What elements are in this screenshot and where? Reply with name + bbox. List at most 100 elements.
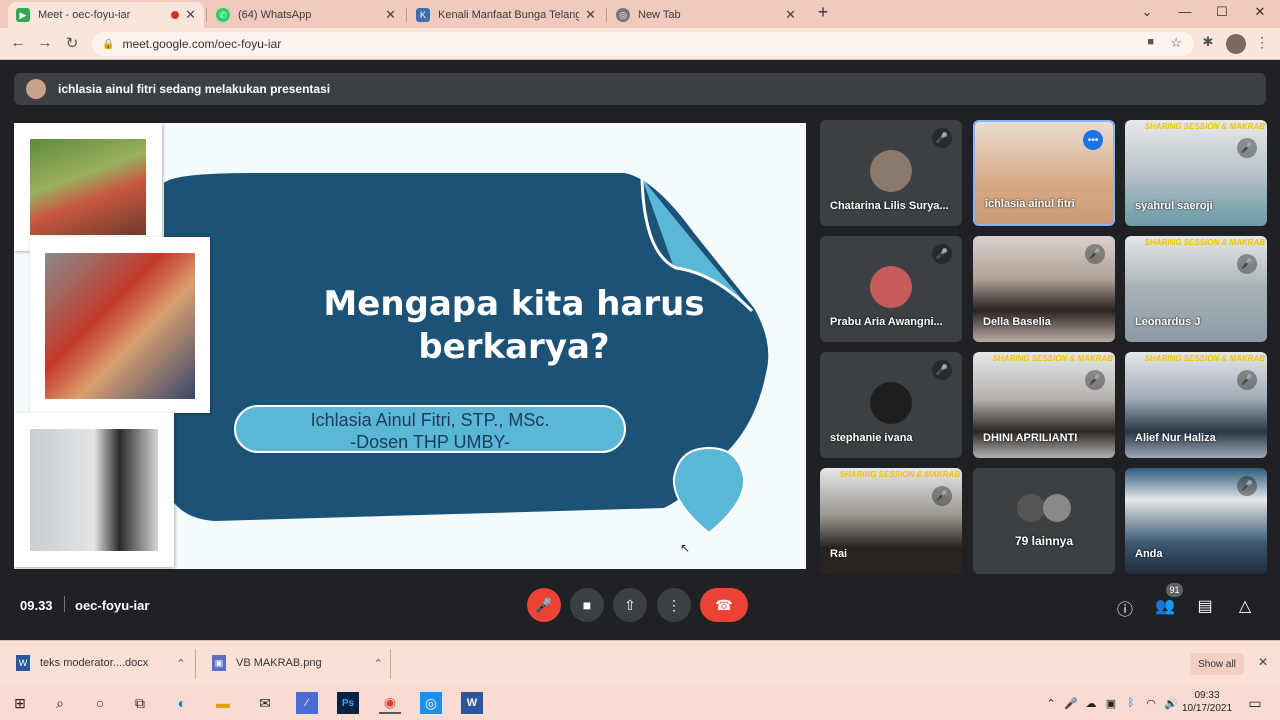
url-text: meet.google.com/oec-foyu-iar: [122, 37, 282, 51]
notifications-icon[interactable]: ▭: [1244, 692, 1266, 714]
more-participants-tile[interactable]: 79 lainnya: [973, 468, 1115, 574]
close-tab-icon[interactable]: ✕: [585, 7, 596, 23]
participant-tile[interactable]: 🎤 Della Baselia: [973, 236, 1115, 342]
tab-title: New Tab: [638, 9, 681, 21]
background-banner: SHARING SESSION & MAKRAB: [1144, 354, 1265, 363]
camera-icon[interactable]: ■: [1147, 36, 1154, 48]
tab-bunga-telang[interactable]: K Kenali Manfaat Bunga Telang Ber ✕: [408, 2, 604, 28]
address-bar[interactable]: 🔒 meet.google.com/oec-foyu-iar ■ ☆: [92, 32, 1194, 56]
mic-off-icon: 🎤: [1237, 138, 1257, 158]
close-window-icon[interactable]: ✕: [1245, 4, 1275, 20]
meet-window: ichlasia ainul fitri sedang melakukan pr…: [0, 60, 1280, 640]
meeting-info-icon[interactable]: ⓘ: [1113, 596, 1137, 620]
people-icon[interactable]: 👥: [1153, 596, 1177, 616]
tab-meet[interactable]: ▶ Meet - oec-foyu-iar ✕: [8, 2, 204, 28]
app-tray-icon[interactable]: ▣: [1100, 692, 1122, 714]
edge-icon[interactable]: ◐: [171, 692, 193, 714]
slide-photo: [30, 237, 210, 413]
profile-avatar[interactable]: [1226, 34, 1246, 54]
system-clock[interactable]: 09:33 10/17/2021: [1182, 689, 1232, 715]
phone-hangup-icon: ☎: [715, 596, 733, 613]
camera-toggle-button[interactable]: ■: [570, 588, 604, 622]
participant-tile[interactable]: 🎤 stephanie ivana: [820, 352, 962, 458]
divider: [64, 596, 65, 612]
forward-icon[interactable]: →: [35, 34, 55, 51]
volume-icon[interactable]: 🔊: [1160, 692, 1182, 714]
participant-tile[interactable]: SHARING SESSION & MAKRAB 🎤 Alief Nur Hal…: [1125, 352, 1267, 458]
chat-icon[interactable]: ▤: [1193, 596, 1217, 616]
star-icon[interactable]: ☆: [1170, 35, 1182, 51]
participant-name: Anda: [1135, 548, 1163, 560]
search-icon[interactable]: ⌕: [49, 692, 71, 714]
wifi-icon[interactable]: ◠: [1140, 692, 1162, 714]
browser-toolbar: ← → ↻ 🔒 meet.google.com/oec-foyu-iar ■ ☆…: [0, 28, 1280, 60]
menu-icon[interactable]: ⋮: [1252, 34, 1272, 51]
whatsapp-icon: ✆: [216, 8, 230, 22]
participant-tile[interactable]: SHARING SESSION & MAKRAB 🎤 Rai: [820, 468, 962, 574]
mic-off-icon: 🎤: [932, 244, 952, 264]
close-tab-icon[interactable]: ✕: [185, 7, 196, 23]
activities-icon[interactable]: △: [1233, 596, 1257, 616]
clock-time: 09:33: [1194, 690, 1220, 701]
participant-tile[interactable]: SHARING SESSION & MAKRAB 🎤 syahrul saero…: [1125, 120, 1267, 226]
microphone-icon[interactable]: 🎤: [1060, 692, 1082, 714]
photoshop-icon[interactable]: Ps: [337, 692, 359, 714]
downloads-bar: W teks moderator....docx ⌃ ▣ VB MAKRAB.p…: [0, 640, 1280, 686]
chevron-up-icon[interactable]: ⌃: [1040, 692, 1062, 714]
participant-tile[interactable]: 🎤 Chatarina Lilis Surya...: [820, 120, 962, 226]
participant-tile[interactable]: SHARING SESSION & MAKRAB 🎤 DHINI APRILIA…: [973, 352, 1115, 458]
present-button[interactable]: ⇧: [613, 588, 647, 622]
task-view-icon[interactable]: ⧉: [129, 692, 151, 714]
back-icon[interactable]: ←: [8, 34, 28, 51]
mail-icon[interactable]: ✉: [254, 692, 276, 714]
word-icon[interactable]: W: [461, 692, 483, 714]
participant-name: Prabu Aria Awangni...: [830, 316, 943, 328]
file-explorer-icon[interactable]: ▬: [212, 692, 234, 714]
avatar: [870, 150, 912, 192]
participant-name: Leonardus J: [1135, 316, 1201, 328]
more-options-button[interactable]: ⋮: [657, 588, 691, 622]
app-icon[interactable]: ⁄: [296, 692, 318, 714]
mic-toggle-button[interactable]: 🎤: [527, 588, 561, 622]
app-icon[interactable]: ◎: [420, 692, 442, 714]
slide-title-line: Mengapa kita harus: [323, 284, 705, 324]
chevron-up-icon[interactable]: ⌃: [176, 657, 185, 670]
participant-tile[interactable]: SHARING SESSION & MAKRAB 🎤 Leonardus J: [1125, 236, 1267, 342]
close-downloads-icon[interactable]: ✕: [1258, 655, 1268, 669]
participant-tile[interactable]: 🎤 Prabu Aria Awangni...: [820, 236, 962, 342]
mic-off-icon: 🎤: [535, 596, 553, 613]
slide-title: Mengapa kita harus berkarya?: [244, 283, 784, 369]
participants-count-badge: 91: [1166, 583, 1183, 597]
chrome-icon[interactable]: ◉: [379, 692, 401, 714]
end-call-button[interactable]: ☎: [700, 588, 748, 622]
show-all-button[interactable]: Show all: [1190, 653, 1244, 675]
download-item[interactable]: ▣ VB MAKRAB.png ⌃: [212, 655, 383, 671]
slide-drop-accent: [672, 446, 746, 535]
maximize-icon[interactable]: ☐: [1207, 4, 1237, 20]
participant-tile[interactable]: ••• ichlasia ainul fitri: [973, 120, 1115, 226]
bluetooth-icon[interactable]: ᛒ: [1120, 692, 1142, 714]
participant-name: Chatarina Lilis Surya...: [830, 200, 949, 212]
chevron-up-icon[interactable]: ⌃: [374, 657, 383, 670]
tab-search-icon[interactable]: ⌄: [1132, 4, 1162, 20]
close-tab-icon[interactable]: ✕: [385, 7, 396, 23]
clock-date: 10/17/2021: [1182, 703, 1233, 714]
avatar: [870, 266, 912, 308]
participant-name: syahrul saeroji: [1135, 200, 1213, 212]
reload-icon[interactable]: ↻: [62, 34, 82, 52]
tab-new-tab[interactable]: ◎ New Tab ✕: [608, 2, 804, 28]
slide-photo: [14, 413, 174, 567]
participant-tile[interactable]: 🎤 Anda: [1125, 468, 1267, 574]
tab-whatsapp[interactable]: ✆ (64) WhatsApp ✕: [208, 2, 404, 28]
cortana-icon[interactable]: ○: [89, 692, 111, 714]
cloud-icon[interactable]: ☁: [1080, 692, 1102, 714]
extensions-icon[interactable]: ✱: [1198, 34, 1218, 50]
mic-off-icon: 🎤: [932, 360, 952, 380]
download-item[interactable]: W teks moderator....docx ⌃: [16, 655, 185, 671]
close-tab-icon[interactable]: ✕: [785, 7, 796, 23]
windows-start-icon[interactable]: ⊞: [9, 692, 31, 714]
new-tab-button[interactable]: +: [808, 2, 838, 23]
minimize-icon[interactable]: —: [1170, 4, 1200, 19]
participant-name: DHINI APRILIANTI: [983, 432, 1078, 444]
background-banner: SHARING SESSION & MAKRAB: [992, 354, 1113, 363]
